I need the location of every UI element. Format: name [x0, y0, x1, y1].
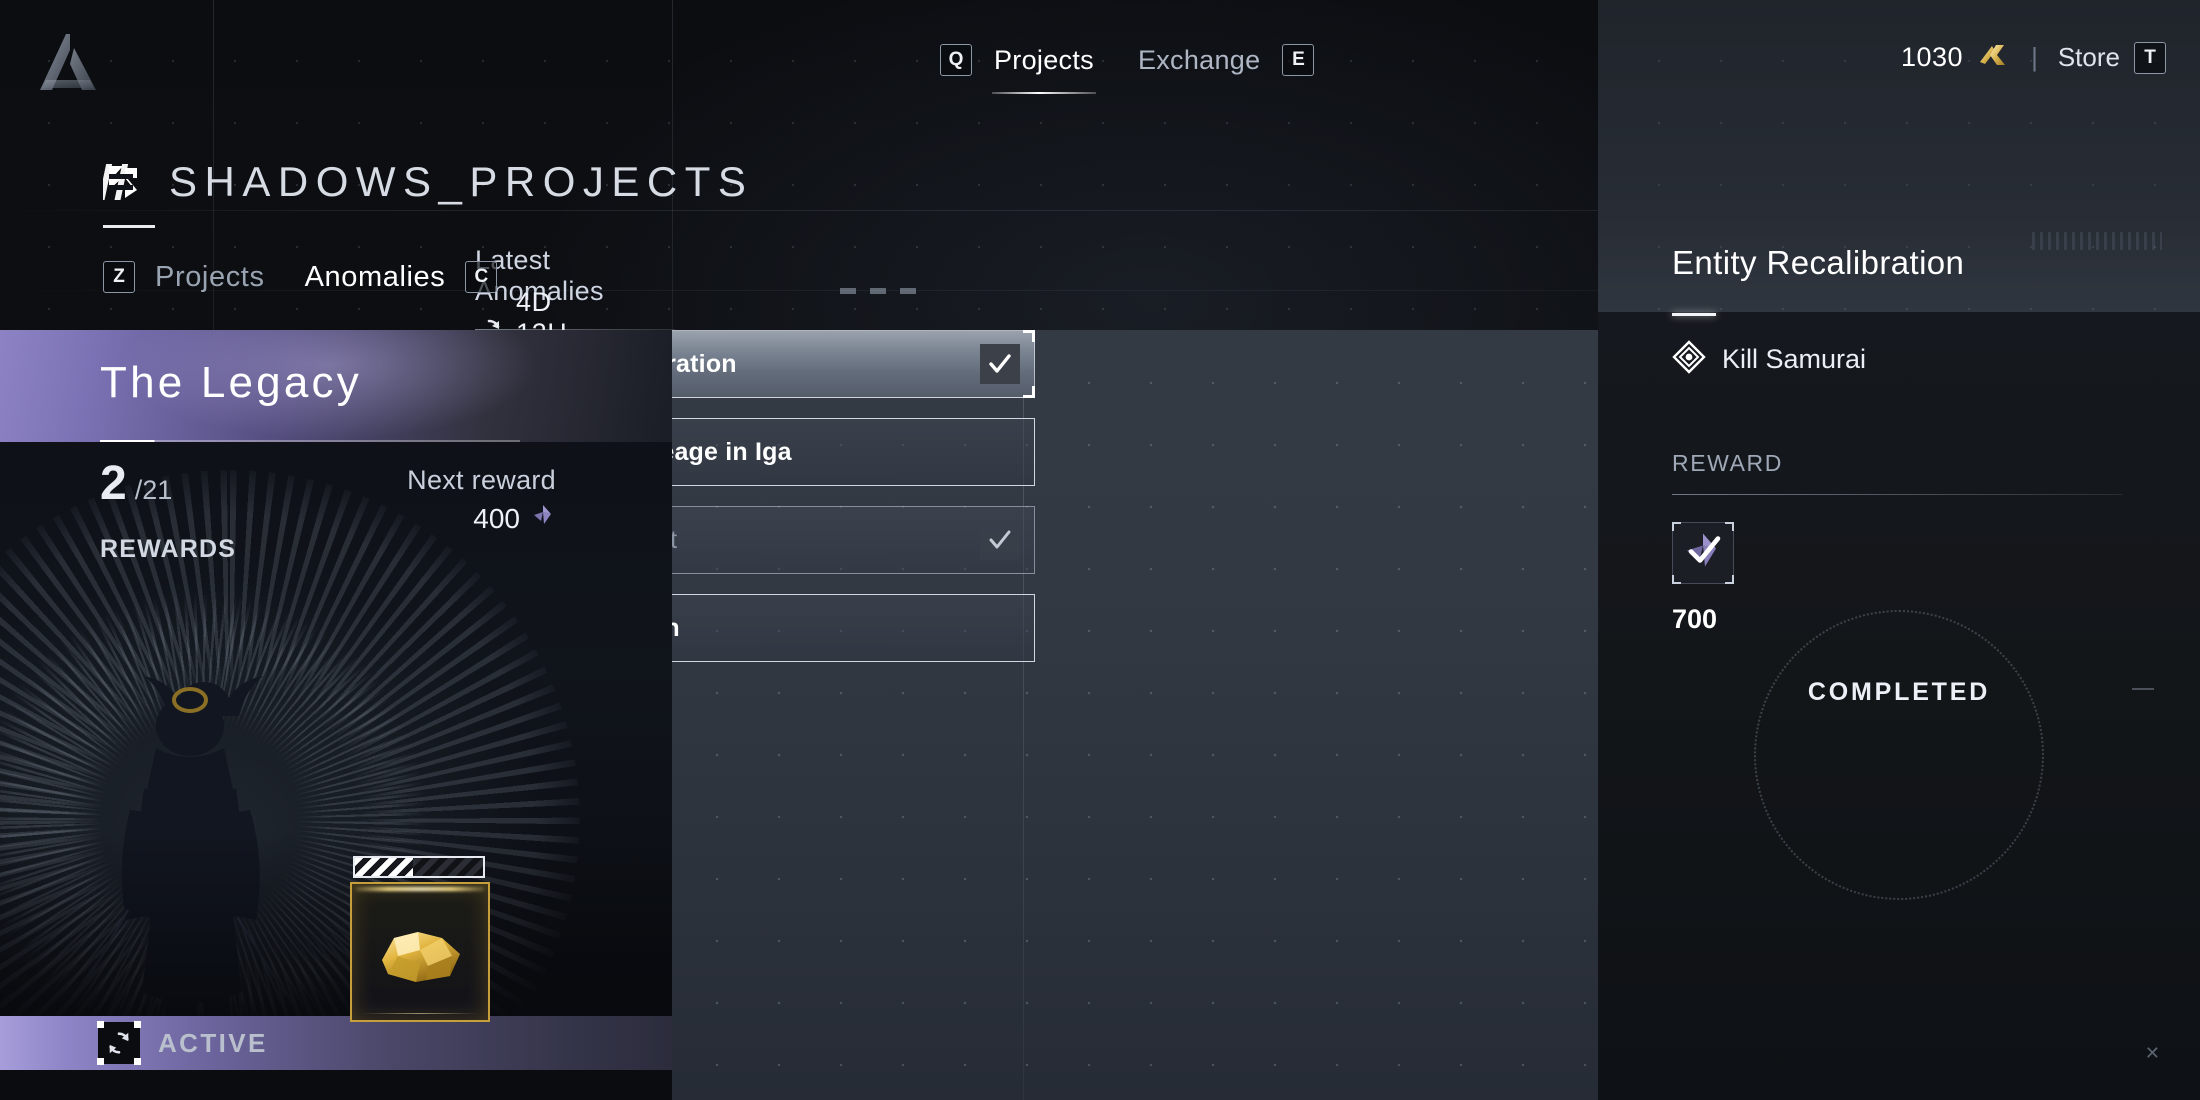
- detail-header-ornament: [2032, 232, 2162, 250]
- diamond-objective-icon: [1672, 340, 1706, 379]
- season-title: The Legacy: [100, 358, 362, 407]
- close-icon[interactable]: ✕: [2145, 1043, 2160, 1064]
- tab-projects[interactable]: Projects: [972, 40, 1116, 94]
- anomaly-shard-icon: [530, 502, 556, 535]
- subtab-projects[interactable]: Projects: [135, 255, 285, 299]
- progress-total: /21: [134, 475, 173, 505]
- keycap-e[interactable]: E: [1282, 44, 1315, 76]
- currency-amount: 1030: [1901, 42, 1964, 72]
- currency-store-group: 1030 | Store T: [1901, 40, 2166, 75]
- projects-screen: Q Projects Exchange E 1030 | Store T SHA…: [0, 0, 2200, 1100]
- status-ring: [1754, 610, 2044, 900]
- refresh-cycle-icon: [97, 1021, 141, 1065]
- top-bar: Q Projects Exchange E 1030 | Store T: [0, 0, 2200, 120]
- check-icon: [980, 520, 1020, 560]
- corner-bracket: [1023, 386, 1035, 398]
- next-reward-label: Next reward: [407, 465, 556, 495]
- next-reward-amount: 400: [473, 502, 520, 534]
- detail-panel: Entity Recalibration Kill Samurai REWARD: [1598, 0, 2200, 1100]
- store-button[interactable]: Store: [2058, 42, 2120, 73]
- page-title: SHADOWS_PROJECTS: [169, 158, 754, 205]
- check-icon: [980, 344, 1020, 384]
- anomaly-shard-checked-icon: [1680, 528, 1726, 579]
- background-tick-marks: [840, 288, 930, 294]
- progress-fill: [355, 858, 413, 876]
- detail-objective: Kill Samurai: [1672, 340, 1866, 379]
- season-progress-count: 2 /21: [100, 460, 172, 508]
- left-season-panel: The Legacy 2 /21 REWARDS ACTIVE: [0, 330, 672, 1070]
- detail-tick-mark: [2132, 688, 2154, 690]
- detail-title: Entity Recalibration: [1672, 244, 1965, 281]
- next-reward-progress-bar: [353, 856, 485, 878]
- next-reward-block: Next reward 400: [336, 465, 556, 535]
- keycap-t[interactable]: T: [2134, 41, 2166, 74]
- nav-separator: |: [2031, 42, 2038, 72]
- sub-tab-bar: Z Projects Anomalies C: [103, 255, 498, 299]
- primary-nav: Q Projects Exchange E: [940, 40, 1315, 94]
- rewards-label: REWARDS: [100, 535, 237, 563]
- gold-nugget-icon: [372, 924, 468, 986]
- shadows-s-glyph-icon: [98, 160, 143, 204]
- title-underline: [103, 225, 155, 228]
- page-header: SHADOWS_PROJECTS: [98, 158, 754, 206]
- detail-status-label: COMPLETED: [1807, 678, 1991, 706]
- detail-objective-label: Kill Samurai: [1722, 344, 1867, 374]
- animus-triangle-icon: [32, 28, 107, 98]
- detail-reward-icon-card: [1672, 522, 1734, 584]
- corner-bracket: [1023, 330, 1035, 342]
- next-reward-item-card[interactable]: [350, 882, 490, 1022]
- keycap-c[interactable]: C: [465, 261, 498, 293]
- detail-status-block: COMPLETED: [1598, 600, 2200, 900]
- season-title-rule: [100, 440, 520, 442]
- keycap-q[interactable]: Q: [940, 44, 972, 76]
- tab-exchange[interactable]: Exchange: [1116, 40, 1283, 80]
- detail-reward-header: REWARD: [1672, 450, 1783, 476]
- keycap-z[interactable]: Z: [103, 261, 135, 293]
- next-reward-value: 400: [336, 502, 556, 535]
- season-status-label: ACTIVE: [158, 1027, 268, 1058]
- helix-credits-icon: [1977, 40, 2011, 75]
- detail-title-accent: [1672, 313, 1716, 316]
- progress-current: 2: [100, 457, 127, 510]
- season-status-bar: ACTIVE: [0, 1016, 672, 1070]
- detail-reward-rule: [1672, 494, 2122, 495]
- subtab-anomalies[interactable]: Anomalies: [285, 255, 466, 299]
